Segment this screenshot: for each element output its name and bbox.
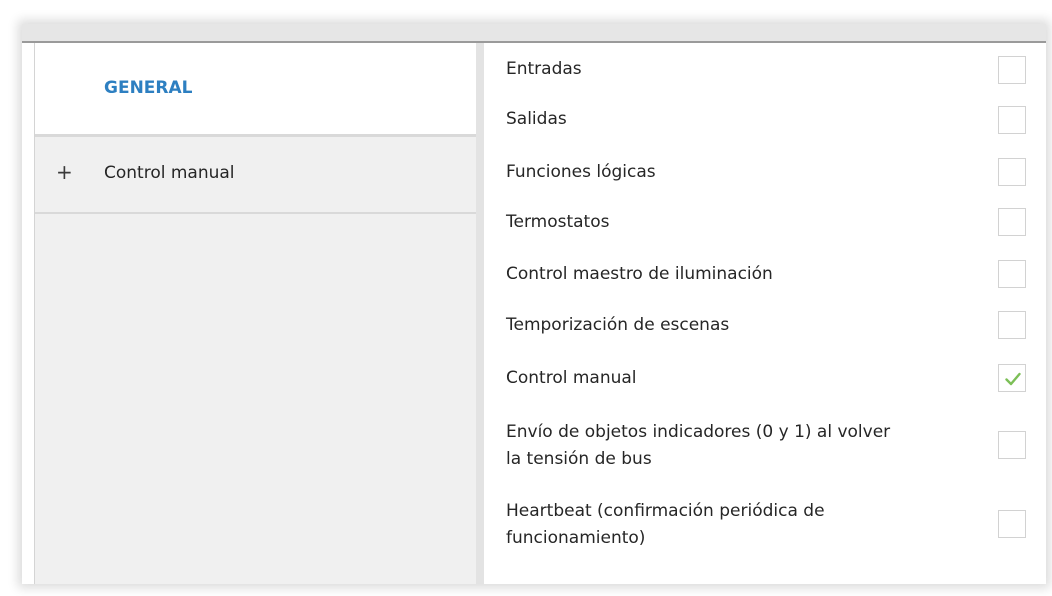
option-label: Termostatos <box>506 212 610 232</box>
option-label-line1: Heartbeat (confirmación periódica de <box>506 501 825 521</box>
option-row-funciones-logicas: Funciones lógicas <box>506 158 1046 186</box>
option-row-control-maestro: Control maestro de iluminación <box>506 260 1046 288</box>
checkbox-entradas[interactable] <box>998 56 1026 84</box>
option-row-termostatos: Termostatos <box>506 208 1046 236</box>
checkbox-termostatos[interactable] <box>998 208 1026 236</box>
parameters-panel: Entradas Salidas Funciones lógicas Termo… <box>484 43 1046 584</box>
sidebar-item-control-manual[interactable]: + Control manual <box>35 134 476 214</box>
window-top-bar <box>22 24 1046 43</box>
checkbox-control-manual[interactable] <box>998 364 1026 392</box>
checkmark-icon <box>1005 372 1021 386</box>
option-label: Funciones lógicas <box>506 162 656 182</box>
option-label: Entradas <box>506 59 582 79</box>
checkbox-control-maestro[interactable] <box>998 260 1026 288</box>
sidebar-item-label: GENERAL <box>104 78 193 98</box>
checkbox-salidas[interactable] <box>998 106 1026 134</box>
option-row-salidas: Salidas <box>506 106 1046 134</box>
sidebar: GENERAL + Control manual <box>34 43 484 584</box>
option-row-control-manual: Control manual <box>506 364 1046 392</box>
checkbox-heartbeat[interactable] <box>998 510 1026 538</box>
option-row-entradas: Entradas <box>506 56 1046 84</box>
checkbox-funciones-logicas[interactable] <box>998 158 1026 186</box>
checkbox-temporizacion-escenas[interactable] <box>998 311 1026 339</box>
sidebar-item-label: Control manual <box>104 163 235 183</box>
option-label: Control manual <box>506 368 637 388</box>
option-label-line2: funcionamiento) <box>506 528 646 548</box>
expand-plus-icon[interactable]: + <box>56 162 73 182</box>
option-row-heartbeat: Heartbeat (confirmación periódica de fun… <box>506 499 1046 553</box>
option-row-temporizacion-escenas: Temporización de escenas <box>506 311 1046 339</box>
option-label: Control maestro de iluminación <box>506 264 773 284</box>
sidebar-item-general[interactable]: GENERAL <box>35 43 476 134</box>
option-label-line2: la tensión de bus <box>506 449 652 469</box>
option-label-line1: Envío de objetos indicadores (0 y 1) al … <box>506 422 891 442</box>
checkbox-envio-objetos[interactable] <box>998 431 1026 459</box>
parameter-window: GENERAL + Control manual Entradas Salida… <box>22 24 1046 584</box>
option-label: Salidas <box>506 109 567 129</box>
option-label: Temporización de escenas <box>506 315 730 335</box>
option-row-envio-objetos: Envío de objetos indicadores (0 y 1) al … <box>506 420 1046 474</box>
